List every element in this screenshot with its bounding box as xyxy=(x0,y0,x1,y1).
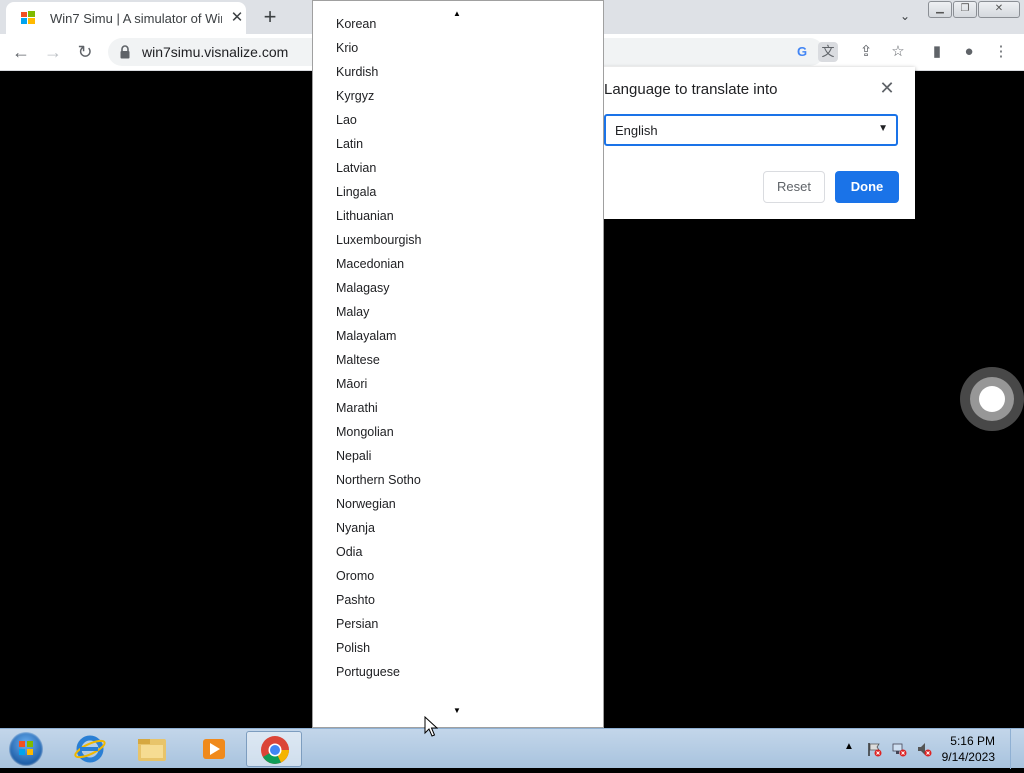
media-player-icon[interactable] xyxy=(186,731,242,767)
language-option[interactable]: Pashto xyxy=(313,588,603,612)
tab-close-icon[interactable]: ✕ xyxy=(228,9,246,27)
language-option[interactable]: Norwegian xyxy=(313,492,603,516)
language-option[interactable]: Marathi xyxy=(313,396,603,420)
volume-muted-icon[interactable] xyxy=(916,741,932,757)
scroll-down-arrow-icon[interactable]: ▼ xyxy=(451,706,463,716)
mouse-cursor-icon xyxy=(424,716,438,737)
browser-tab[interactable]: Win7 Simu | A simulator of Windows 7 ✕ xyxy=(6,2,246,34)
language-option[interactable]: Lao xyxy=(313,108,603,132)
internet-explorer-icon[interactable] xyxy=(62,731,118,767)
ring-center xyxy=(979,386,1005,412)
language-options: Korean Krio Kurdish Kyrgyz Lao Latin Lat… xyxy=(313,12,603,684)
language-option[interactable]: Nepali xyxy=(313,444,603,468)
action-center-flag-icon[interactable] xyxy=(866,741,882,757)
menu-kebab-icon[interactable]: ⋮ xyxy=(990,41,1012,63)
language-option[interactable]: Latin xyxy=(313,132,603,156)
google-icon[interactable]: G xyxy=(792,42,812,62)
file-explorer-icon[interactable] xyxy=(124,731,180,767)
done-button[interactable]: Done xyxy=(835,171,899,203)
language-dropdown-list[interactable]: ▲ Korean Krio Kurdish Kyrgyz Lao Latin L… xyxy=(312,0,604,728)
back-icon[interactable]: ← xyxy=(10,41,32,63)
language-option[interactable]: Kurdish xyxy=(313,60,603,84)
reset-button[interactable]: Reset xyxy=(763,171,825,203)
language-option[interactable]: Maltese xyxy=(313,348,603,372)
reload-icon[interactable]: ↻ xyxy=(74,41,96,63)
tab-search-chevron-icon[interactable]: ⌄ xyxy=(896,7,914,25)
language-option[interactable]: Latvian xyxy=(313,156,603,180)
language-option[interactable]: Korean xyxy=(313,12,603,36)
language-option[interactable]: Luxembourgish xyxy=(313,228,603,252)
show-hidden-icons-arrow-icon[interactable]: ▲ xyxy=(844,741,860,757)
forward-icon[interactable]: → xyxy=(42,41,64,63)
target-language-select[interactable]: English ▼ xyxy=(604,114,898,146)
chrome-icon[interactable] xyxy=(246,731,302,767)
translate-icon[interactable]: 文 xyxy=(818,42,838,62)
url-text: win7simu.visnalize.com xyxy=(142,44,289,60)
close-icon[interactable]: ✕ xyxy=(876,77,898,99)
clock-date[interactable]: 9/14/2023 xyxy=(940,750,995,764)
language-option[interactable]: Malayalam xyxy=(313,324,603,348)
side-panel-icon[interactable]: ▮ xyxy=(926,41,948,63)
language-option[interactable]: Nyanja xyxy=(313,516,603,540)
network-icon[interactable] xyxy=(891,741,907,757)
start-button[interactable] xyxy=(6,731,46,767)
restore-button[interactable]: ❐ xyxy=(953,1,977,18)
language-option[interactable]: Lingala xyxy=(313,180,603,204)
language-option[interactable]: Malagasy xyxy=(313,276,603,300)
show-desktop-button[interactable] xyxy=(1010,729,1024,769)
new-tab-button[interactable]: + xyxy=(259,6,281,28)
translate-bubble: Language to translate into ✕ English ▼ R… xyxy=(560,67,915,219)
language-option[interactable]: Odia xyxy=(313,540,603,564)
lock-icon xyxy=(120,45,130,59)
floating-assistive-ring[interactable] xyxy=(960,367,1024,431)
bookmark-star-icon[interactable]: ☆ xyxy=(887,41,909,63)
language-option[interactable]: Kyrgyz xyxy=(313,84,603,108)
tab-title: Win7 Simu | A simulator of Windows 7 xyxy=(50,11,222,26)
clock-time[interactable]: 5:16 PM xyxy=(940,734,995,748)
language-option[interactable]: Portuguese xyxy=(313,660,603,684)
language-option[interactable]: Macedonian xyxy=(313,252,603,276)
selected-language: English xyxy=(615,123,658,138)
language-option[interactable]: Mongolian xyxy=(313,420,603,444)
language-option[interactable]: Lithuanian xyxy=(313,204,603,228)
language-option[interactable]: Polish xyxy=(313,636,603,660)
profile-icon[interactable]: ● xyxy=(958,41,980,63)
windows-logo-icon xyxy=(19,741,33,755)
bubble-title: Language to translate into xyxy=(604,81,778,98)
language-option[interactable]: Krio xyxy=(313,36,603,60)
language-option[interactable]: Oromo xyxy=(313,564,603,588)
language-option[interactable]: Northern Sotho xyxy=(313,468,603,492)
chevron-down-icon: ▼ xyxy=(878,123,888,134)
language-option[interactable]: Māori xyxy=(313,372,603,396)
win7simu-favicon-icon xyxy=(21,11,35,24)
share-icon[interactable]: ⇪ xyxy=(855,41,877,63)
language-option[interactable]: Persian xyxy=(313,612,603,636)
language-option[interactable]: Malay xyxy=(313,300,603,324)
minimize-button[interactable]: ▁ xyxy=(928,1,952,18)
taskbar: ▲ 5:16 PM 9/14/2023 xyxy=(0,728,1024,769)
close-window-button[interactable]: ✕ xyxy=(978,1,1020,18)
